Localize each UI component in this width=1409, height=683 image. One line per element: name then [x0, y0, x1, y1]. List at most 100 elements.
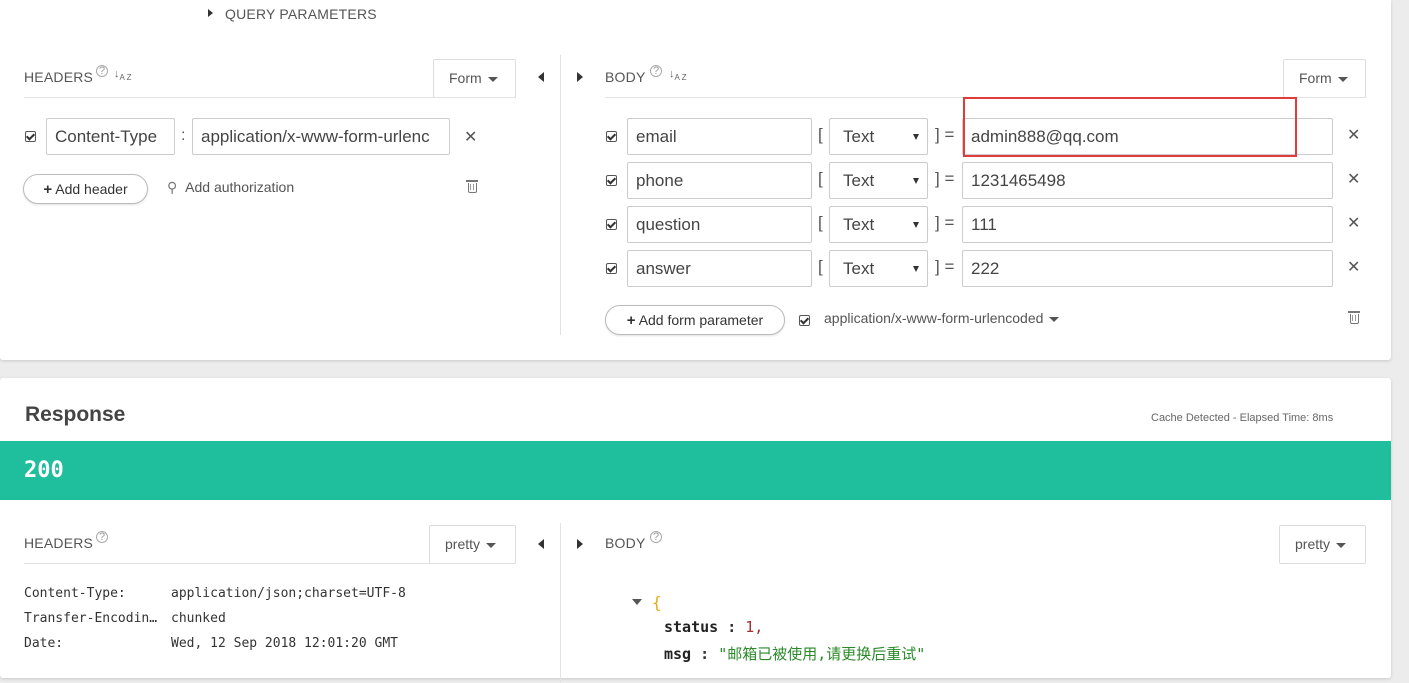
json-value: 1, — [745, 618, 764, 636]
divider — [24, 563, 516, 564]
chevron-down-icon — [1336, 542, 1347, 548]
request-panel: QUERY PARAMETERS HEADERS ? ↓A Z Form Con… — [0, 0, 1391, 360]
collapse-left-icon[interactable] — [538, 539, 544, 549]
header-row: Transfer-Encodin… chunked — [24, 611, 226, 626]
param-name-input[interactable]: email — [627, 118, 812, 155]
open-bracket: [ — [818, 125, 823, 144]
remove-header-icon[interactable]: ✕ — [464, 127, 477, 147]
param-name-input[interactable]: answer — [627, 250, 812, 287]
highlight-box — [963, 97, 1297, 157]
query-parameters-toggle[interactable]: QUERY PARAMETERS — [225, 6, 377, 22]
add-authorization-label: Add authorization — [185, 179, 295, 195]
select-arrow-icon — [913, 222, 919, 228]
body-mode-value: Form — [1299, 70, 1332, 86]
close-bracket-equals: ] = — [935, 213, 955, 232]
param-enabled-checkbox[interactable] — [606, 131, 617, 142]
response-body-mode-dropdown[interactable]: pretty — [1279, 525, 1366, 564]
header-value: application/json;charset=UTF-8 — [171, 586, 406, 601]
open-bracket: [ — [818, 169, 823, 188]
param-type-value: Text — [843, 215, 875, 234]
json-open-brace: { — [652, 593, 662, 612]
header-key: Transfer-Encodin… — [24, 611, 158, 626]
remove-param-icon[interactable]: ✕ — [1347, 213, 1360, 233]
body-mode-dropdown[interactable]: Form — [1283, 59, 1366, 98]
param-type-value: Text — [843, 171, 875, 190]
help-icon[interactable]: ? — [96, 531, 108, 543]
response-body-mode-value: pretty — [1295, 536, 1331, 552]
request-headers-label: HEADERS — [24, 69, 94, 85]
help-icon[interactable]: ? — [650, 65, 662, 77]
response-panel: Response Cache Detected - Elapsed Time: … — [0, 378, 1391, 683]
collapse-right-icon[interactable] — [577, 539, 583, 549]
plus-icon: + — [43, 181, 53, 198]
close-bracket-equals: ] = — [935, 257, 955, 276]
status-code: 200 — [24, 458, 64, 483]
help-icon[interactable]: ? — [96, 65, 108, 77]
header-value: chunked — [171, 611, 226, 626]
response-headers-mode-dropdown[interactable]: pretty — [429, 525, 516, 564]
remove-param-icon[interactable]: ✕ — [1347, 257, 1360, 277]
json-colon: : — [691, 645, 719, 663]
trash-icon[interactable] — [1348, 311, 1360, 324]
open-bracket: [ — [818, 213, 823, 232]
status-bar: 200 — [0, 441, 1391, 500]
param-enabled-checkbox[interactable] — [606, 263, 617, 274]
param-name-input[interactable]: question — [627, 206, 812, 243]
chevron-down-icon — [1049, 316, 1060, 322]
expand-caret-icon[interactable] — [208, 9, 213, 17]
sort-icon[interactable]: ↓A Z — [669, 68, 687, 82]
param-value-input[interactable]: 111 — [962, 206, 1333, 243]
help-icon[interactable]: ? — [650, 531, 662, 543]
param-type-select[interactable]: Text — [829, 250, 928, 287]
response-headers-label: HEADERS — [24, 535, 94, 551]
param-type-select[interactable]: Text — [829, 206, 928, 243]
add-form-parameter-label: Add form parameter — [638, 312, 764, 328]
splitter[interactable] — [560, 523, 561, 683]
json-field: msg : "邮箱已被使用,请更换后重试" — [664, 643, 925, 664]
chevron-down-icon — [1337, 76, 1348, 82]
headers-mode-value: Form — [449, 70, 482, 86]
param-value-input[interactable]: 222 — [962, 250, 1333, 287]
divider — [24, 97, 516, 98]
close-bracket-equals: ] = — [935, 169, 955, 188]
collapse-right-icon[interactable] — [577, 72, 583, 82]
add-header-label: Add header — [55, 181, 128, 197]
open-bracket: [ — [818, 257, 823, 276]
select-arrow-icon — [913, 266, 919, 272]
sort-icon[interactable]: ↓A Z — [114, 68, 132, 82]
remove-param-icon[interactable]: ✕ — [1347, 125, 1360, 145]
json-key: msg — [664, 645, 692, 663]
encoding-dropdown[interactable]: application/x-www-form-urlencoded — [824, 310, 1060, 326]
headers-mode-dropdown[interactable]: Form — [433, 59, 516, 98]
param-enabled-checkbox[interactable] — [606, 219, 617, 230]
collapse-object-icon[interactable] — [632, 599, 642, 605]
param-type-select[interactable]: Text — [829, 118, 928, 155]
param-enabled-checkbox[interactable] — [606, 175, 617, 186]
param-value-input[interactable]: 1231465498 — [962, 162, 1333, 199]
header-value: Wed, 12 Sep 2018 12:01:20 GMT — [171, 636, 398, 651]
trash-icon[interactable] — [466, 180, 478, 193]
chevron-down-icon — [486, 542, 497, 548]
response-body-label: BODY — [605, 535, 646, 551]
colon-separator: : — [181, 127, 186, 144]
json-key: status — [664, 618, 719, 636]
json-value: "邮箱已被使用,请更换后重试" — [718, 645, 926, 663]
add-form-parameter-button[interactable]: + Add form parameter — [605, 305, 785, 335]
header-name-input[interactable]: Content-Type — [46, 118, 175, 155]
collapse-left-icon[interactable] — [538, 72, 544, 82]
header-key: Content-Type: — [24, 586, 126, 601]
param-type-select[interactable]: Text — [829, 162, 928, 199]
header-key: Date: — [24, 636, 64, 651]
header-enabled-checkbox[interactable] — [25, 131, 36, 142]
header-row: Date: Wed, 12 Sep 2018 12:01:20 GMT — [24, 636, 398, 651]
plus-icon: + — [626, 312, 636, 329]
splitter[interactable] — [560, 55, 561, 335]
add-authorization-link[interactable]: ⚲ Add authorization — [167, 179, 294, 196]
header-value-input[interactable]: application/x-www-form-urlenc — [192, 118, 450, 155]
param-name-input[interactable]: phone — [627, 162, 812, 199]
param-type-value: Text — [843, 259, 875, 278]
add-header-button[interactable]: + Add header — [23, 174, 148, 204]
request-body-label: BODY — [605, 69, 646, 85]
encoding-checkbox[interactable] — [799, 315, 810, 326]
remove-param-icon[interactable]: ✕ — [1347, 169, 1360, 189]
